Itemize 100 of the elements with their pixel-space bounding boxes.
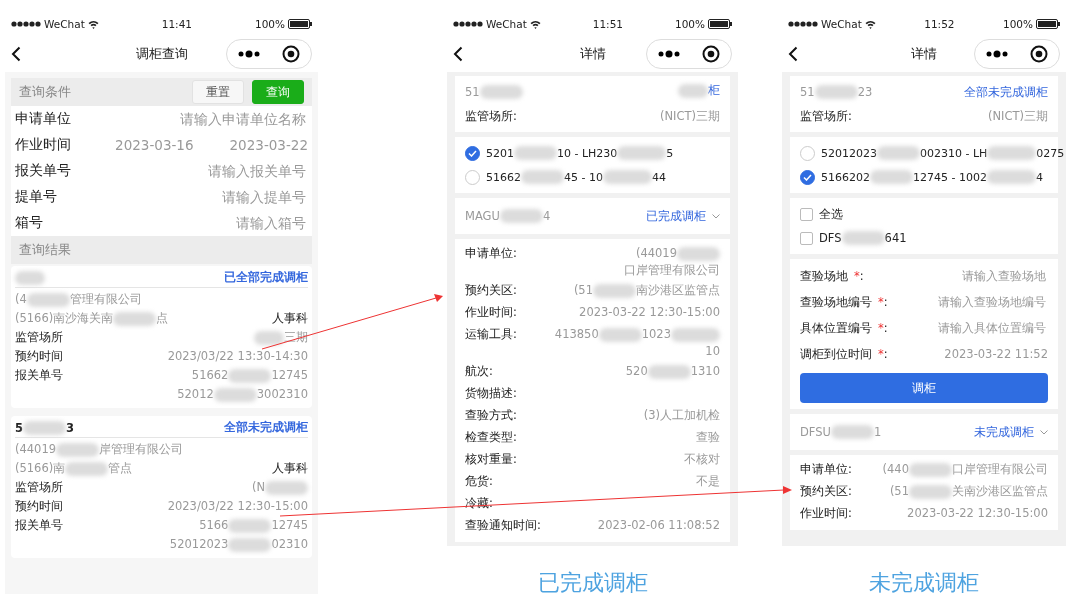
- row-label: 航次:: [465, 363, 493, 380]
- chevron-down-icon[interactable]: [1040, 429, 1048, 435]
- chevron-down-icon[interactable]: [712, 213, 720, 219]
- row-value: 不是: [696, 473, 720, 490]
- row-label: 监管场所:: [465, 108, 517, 124]
- row-value: 5166: [199, 517, 229, 534]
- signal-icon: [453, 21, 483, 27]
- start-date[interactable]: 2023-03-16: [115, 137, 194, 153]
- row-label: 查验通知时间:: [465, 517, 541, 534]
- row-label: 监管场所: [15, 479, 63, 496]
- section-title: 查询条件: [19, 83, 71, 101]
- input-field[interactable]: 请输入具体位置编号: [893, 320, 1048, 336]
- row-value: 51662: [191, 367, 229, 384]
- radio-button[interactable]: [465, 145, 480, 161]
- status-link[interactable]: 全部未完成调柜: [224, 420, 308, 435]
- input-field[interactable]: 请输入提单号: [65, 188, 308, 206]
- end-date[interactable]: 2023-03-22: [229, 137, 308, 153]
- close-target-icon[interactable]: [282, 45, 300, 63]
- clock-time: 11:51: [592, 18, 623, 30]
- row-value: 2023-03-22 12:30-15:00: [907, 505, 1048, 522]
- redaction-blur: [521, 170, 564, 184]
- redaction-blur: [986, 170, 1036, 184]
- input-field[interactable]: 请输入申请单位名称: [79, 110, 308, 128]
- input-field[interactable]: 请输入箱号: [51, 214, 308, 232]
- redaction-blur: [23, 420, 66, 435]
- result-card[interactable]: 5 3 全部未完成调柜 (44019 岸管理有限公司 (5166)南 管点 人事科 监管场所 (N 预约时间 2023/03/22 12:30-15:00 报关单号 5166 12745 52012023 02310: [11, 416, 312, 558]
- back-icon[interactable]: [11, 46, 21, 62]
- row-label: 报关单号: [15, 517, 63, 534]
- input-field[interactable]: 请输入报关单号: [79, 162, 308, 180]
- reset-button[interactable]: 重置: [192, 80, 244, 104]
- field-label: 申请单位: [15, 110, 71, 128]
- back-icon[interactable]: [453, 46, 463, 62]
- company-name: (4: [15, 291, 27, 308]
- input-field[interactable]: 请输入查验场地: [869, 268, 1048, 284]
- row-value: 查验: [696, 429, 720, 446]
- row-value: 12745: [271, 367, 308, 384]
- row-value: 1023: [641, 326, 671, 343]
- label-colon: :: [883, 347, 888, 361]
- redaction-blur: [265, 480, 308, 495]
- row-label: 报关单号: [15, 367, 63, 384]
- row-value: 413850: [554, 326, 599, 343]
- company-name: 管理有限公司: [69, 291, 142, 308]
- radio-button[interactable]: [800, 169, 815, 185]
- wifi-icon: [529, 19, 541, 29]
- checkbox-label: DFS: [819, 231, 842, 245]
- declaration-option: 002310 - LH: [920, 146, 988, 160]
- close-target-icon[interactable]: [1030, 45, 1048, 63]
- battery-icon: [288, 19, 312, 29]
- close-target-icon[interactable]: [702, 45, 720, 63]
- row-value: 3002310: [256, 386, 308, 403]
- status-link[interactable]: 已完成调柜: [646, 208, 706, 224]
- wifi-icon: [87, 19, 99, 29]
- more-icon[interactable]: [658, 50, 680, 58]
- page-title: 详情: [579, 45, 606, 63]
- battery-level: 100%: [1002, 18, 1033, 30]
- department: 人事科: [272, 310, 308, 327]
- row-label: 作业时间:: [465, 304, 517, 321]
- field-label: 查验场地: [800, 268, 848, 284]
- redaction-blur: [26, 292, 70, 307]
- signal-icon: [11, 21, 41, 27]
- required-mark: *: [854, 269, 860, 283]
- field-label: 提单号: [15, 188, 57, 206]
- redaction-blur: [814, 85, 858, 99]
- label-colon: :: [883, 321, 888, 335]
- declaration-number: 51: [465, 85, 480, 99]
- checkbox[interactable]: [800, 207, 813, 221]
- more-icon[interactable]: [986, 50, 1008, 58]
- checkbox[interactable]: [800, 231, 813, 245]
- checkbox-label: 641: [884, 231, 907, 245]
- redaction-blur: [671, 327, 720, 342]
- carrier-name: WeChat: [44, 18, 85, 30]
- redaction-blur: [593, 283, 636, 298]
- row-label: 货物描述:: [465, 385, 517, 402]
- redaction-blur: [228, 518, 272, 533]
- row-value: 口岸管理有限公司: [952, 461, 1048, 478]
- row-value: 1310: [690, 363, 720, 380]
- row-value: 2023-02-06 11:08:52: [597, 517, 720, 534]
- redaction-blur: [877, 146, 920, 160]
- redaction-blur: [677, 246, 720, 261]
- redaction-blur: [56, 442, 100, 457]
- row-value: 520: [625, 363, 648, 380]
- search-button[interactable]: 查询: [252, 80, 304, 104]
- row-value: 52012023: [169, 536, 229, 553]
- time-value[interactable]: 2023-03-22 11:52: [944, 347, 1048, 361]
- battery-icon: [1036, 19, 1060, 29]
- status-link[interactable]: 已全部完成调柜: [224, 270, 308, 285]
- redaction-blur: [909, 484, 952, 499]
- page-title: 调柜查询: [135, 45, 188, 63]
- status-link[interactable]: 未完成调柜: [974, 424, 1034, 440]
- row-value: (NICT)三期: [987, 108, 1048, 124]
- input-field[interactable]: 请输入查验场地编号: [893, 294, 1048, 310]
- more-icon[interactable]: [238, 50, 260, 58]
- back-icon[interactable]: [788, 46, 798, 62]
- signal-icon: [788, 21, 818, 27]
- row-value: 02310: [271, 536, 308, 553]
- container-number: MAGU: [465, 209, 500, 223]
- field-label: 作业时间: [15, 136, 71, 154]
- submit-button[interactable]: 调柜: [800, 373, 1048, 403]
- declaration-option: 51662: [486, 170, 521, 184]
- redaction-blur: [987, 146, 1037, 160]
